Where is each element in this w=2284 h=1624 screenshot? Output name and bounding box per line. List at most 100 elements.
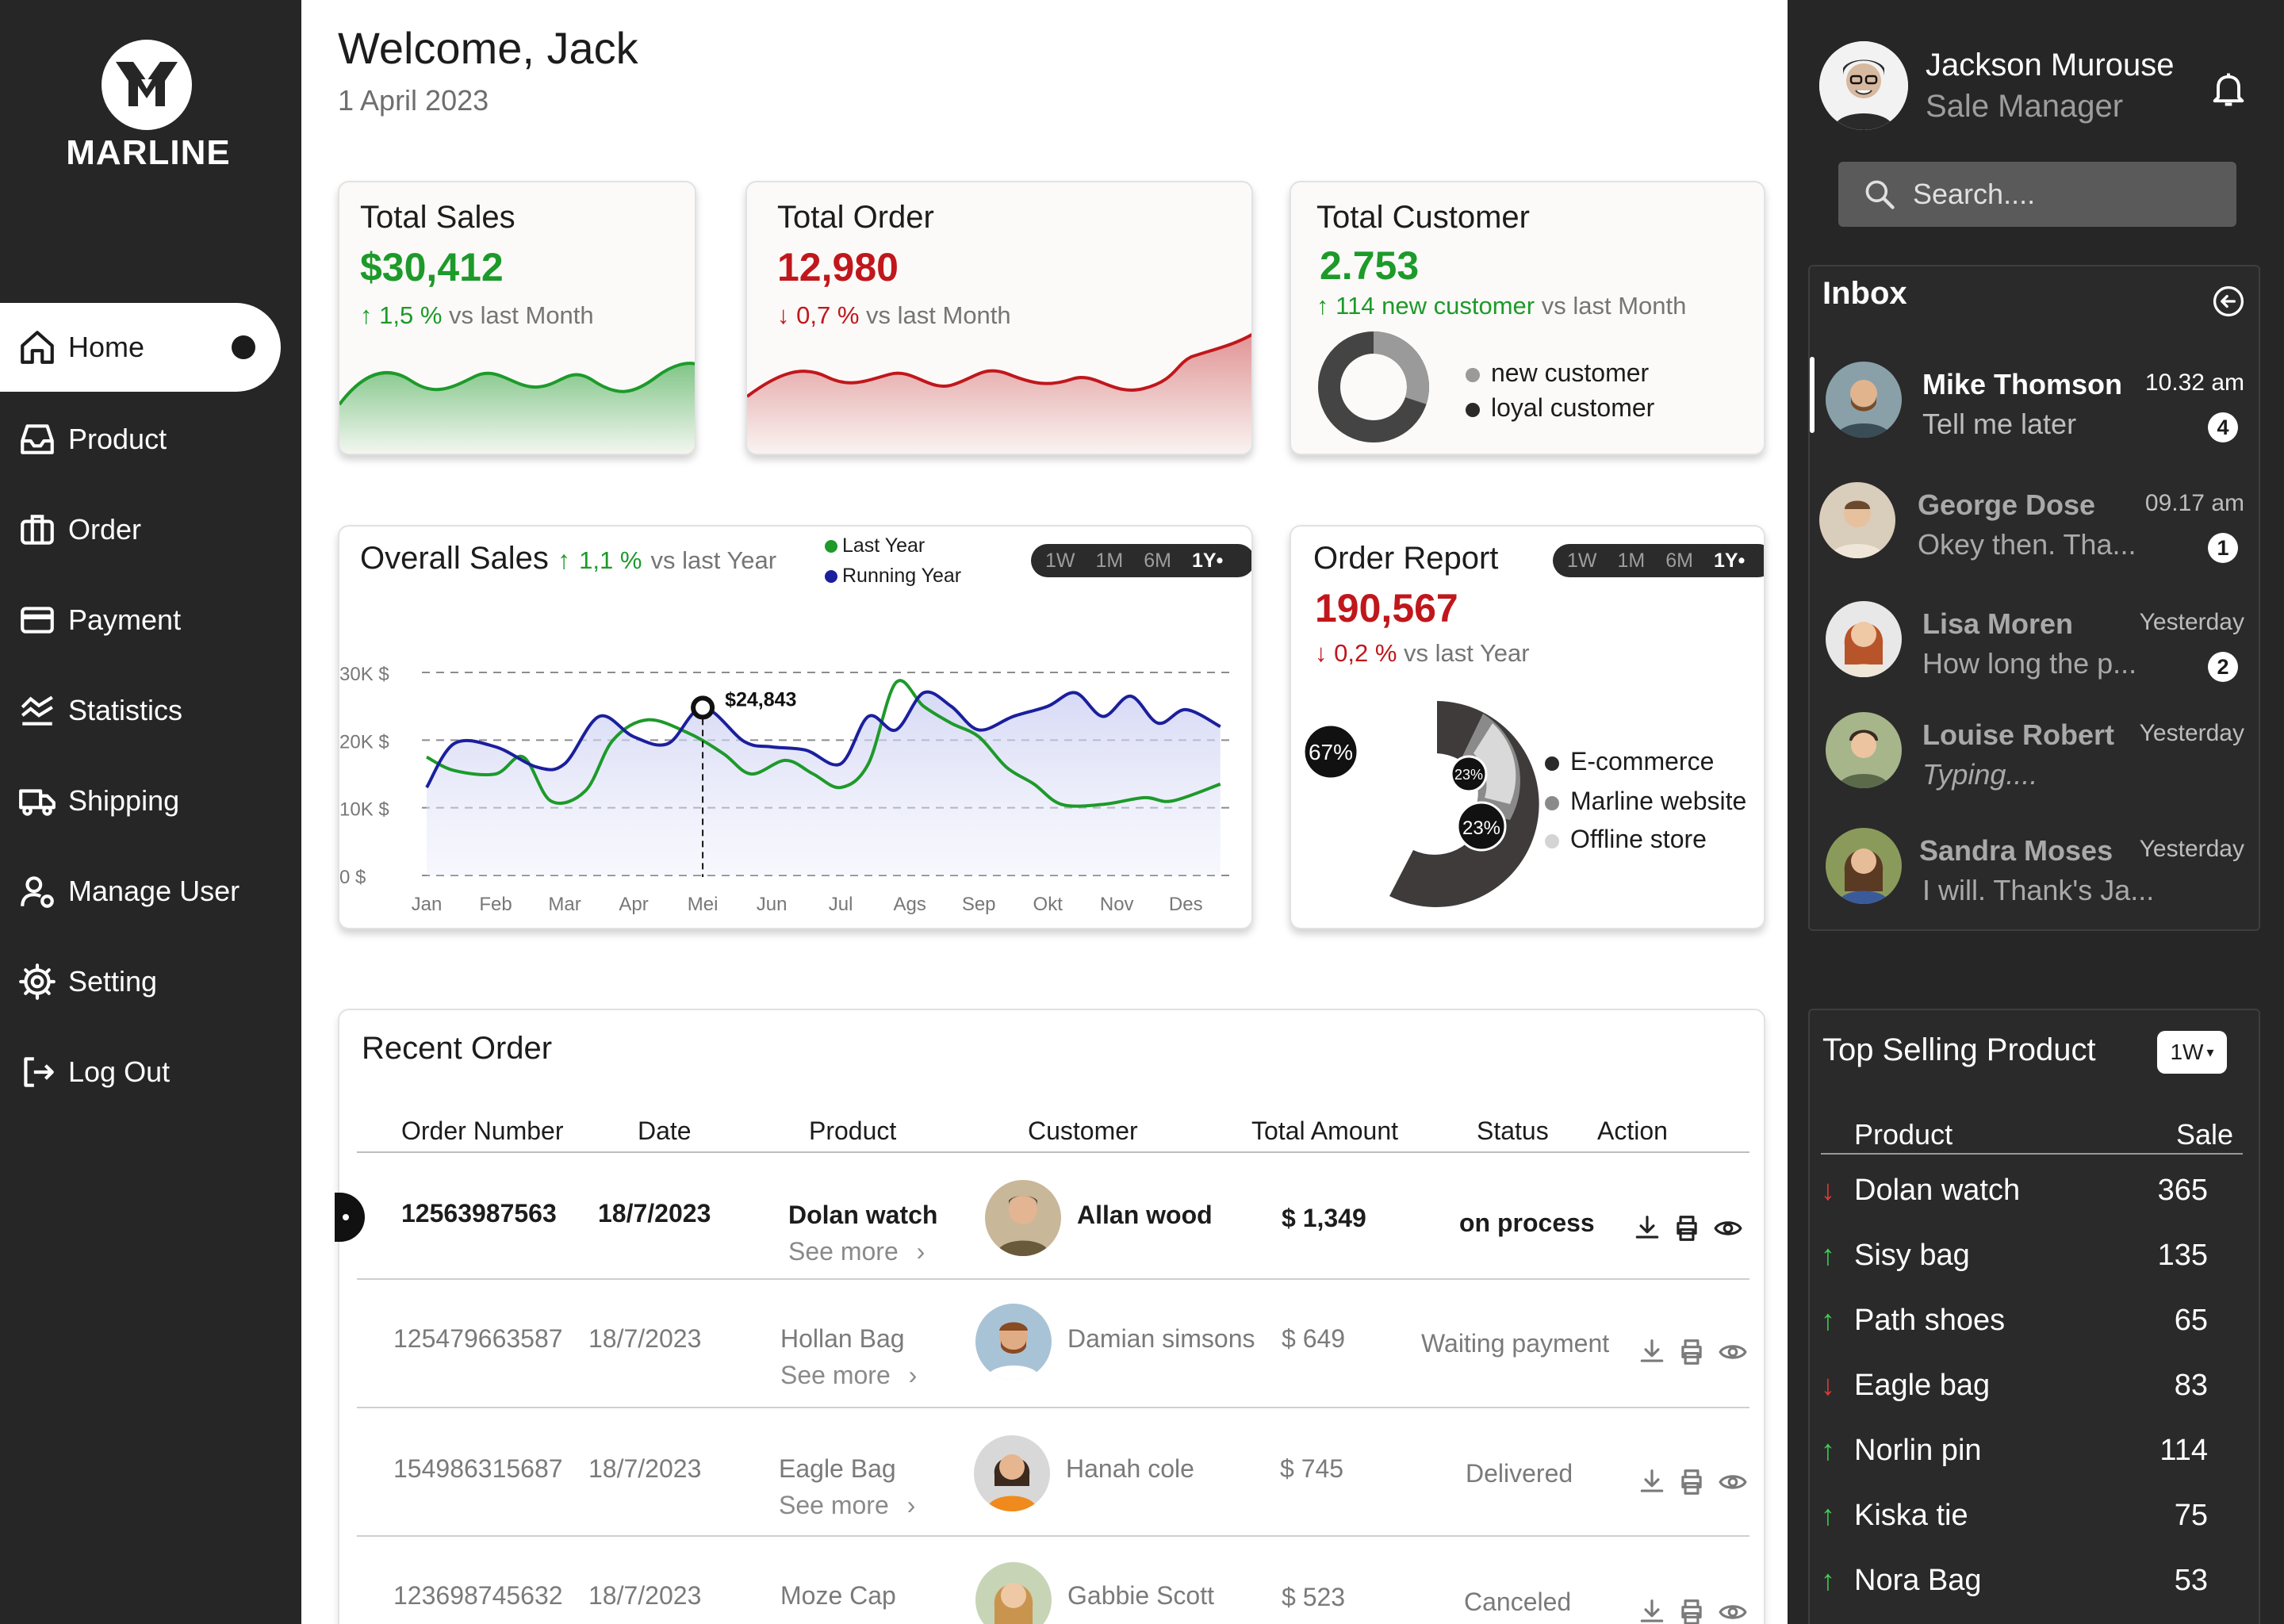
nav-item-shipping[interactable]: Shipping: [0, 756, 281, 845]
order-number: 154986315687: [393, 1454, 563, 1483]
nav-label: Shipping: [68, 784, 180, 817]
see-more-label: See more: [779, 1491, 889, 1519]
profile-avatar[interactable]: [1819, 41, 1908, 130]
search-box[interactable]: [1838, 162, 2236, 227]
row-divider: [357, 1278, 1749, 1280]
product-sale: 65: [2174, 1304, 2208, 1337]
eye-icon[interactable]: [1718, 1467, 1748, 1497]
nav-item-home[interactable]: Home: [0, 303, 281, 392]
top-selling-row[interactable]: ↓ Dolan watch 365: [1810, 1159, 2255, 1223]
printer-icon[interactable]: [1672, 1213, 1702, 1243]
top-selling-row[interactable]: ↑ Sisy bag 135: [1810, 1224, 2255, 1288]
nav-item-log-out[interactable]: Log Out: [0, 1028, 281, 1116]
col-total-amount[interactable]: Total Amount: [1251, 1116, 1398, 1146]
eye-icon[interactable]: [1713, 1213, 1743, 1243]
range-1y[interactable]: 1Y•: [1714, 550, 1745, 573]
see-more-link[interactable]: See more ›: [788, 1237, 925, 1266]
arrow-down-icon: ↓: [1821, 1174, 1835, 1206]
user-gear-icon: [21, 876, 54, 908]
inbox-message[interactable]: George Dose Okey then. Tha... 09.17 am 1: [1810, 471, 2255, 574]
col-order-number[interactable]: Order Number: [401, 1116, 564, 1146]
sender-avatar: [1826, 828, 1902, 904]
top-selling-row[interactable]: ↓ Eagle bag 83: [1810, 1354, 2255, 1418]
download-icon[interactable]: [1637, 1467, 1667, 1497]
download-icon[interactable]: [1637, 1337, 1667, 1367]
nav-item-manage-user[interactable]: Manage User: [0, 847, 281, 936]
arrow-left-circle-icon[interactable]: [2211, 284, 2246, 319]
x-tick-label: Mei: [688, 894, 719, 915]
eye-icon[interactable]: [1718, 1337, 1748, 1367]
delta-value: 0,2 %: [1334, 639, 1397, 667]
inbox-message[interactable]: Lisa Moren How long the p... Yesterday 2: [1810, 590, 2255, 693]
download-icon[interactable]: [1632, 1213, 1662, 1243]
bell-icon[interactable]: [2208, 68, 2249, 109]
range-1w[interactable]: 1W: [1567, 550, 1597, 573]
top-selling-row[interactable]: ↑ Kiska tie 75: [1810, 1484, 2255, 1548]
range-6m[interactable]: 6M: [1144, 550, 1171, 573]
customer-name: Damian simsons: [1067, 1324, 1255, 1353]
col-customer[interactable]: Customer: [1028, 1116, 1138, 1146]
message-preview: How long the p...: [1922, 647, 2137, 680]
see-more-link[interactable]: See more ›: [780, 1361, 917, 1390]
col-date[interactable]: Date: [638, 1116, 692, 1146]
printer-icon[interactable]: [1677, 1337, 1707, 1367]
range-1m[interactable]: 1M: [1618, 550, 1646, 573]
top-selling-row[interactable]: ↑ Path shoes 65: [1810, 1289, 2255, 1353]
col-action[interactable]: Action: [1597, 1116, 1668, 1146]
marline-logo-icon: [116, 62, 178, 106]
overall-sales-card: Overall Sales ↑ 1,1 % vs last Year Last …: [338, 525, 1253, 929]
top-selling-panel: Top Selling Product 1W ▾ Product Sale ↓ Do…: [1808, 1009, 2260, 1624]
arrow-up-icon: ↑: [1316, 292, 1329, 320]
col-sale: Sale: [2176, 1118, 2234, 1151]
arrow-up-icon: ↑: [1821, 1239, 1835, 1271]
col-product[interactable]: Product: [809, 1116, 896, 1146]
nav-item-product[interactable]: Product: [0, 395, 281, 484]
briefcase-icon: [21, 515, 54, 545]
active-indicator: [232, 335, 255, 359]
legend-offline-store: Offline store: [1545, 825, 1707, 854]
legend-last-year: Last Year: [825, 534, 925, 557]
delta-value: 1,1 %: [579, 546, 642, 574]
page-title: Welcome, Jack: [338, 23, 638, 73]
inbox-message[interactable]: Sandra Moses I will. Thank's Ja... Yeste…: [1810, 817, 2255, 920]
sender-name: Sandra Moses: [1919, 834, 2113, 867]
range-6m[interactable]: 6M: [1665, 550, 1693, 573]
range-1m[interactable]: 1M: [1096, 550, 1124, 573]
product-name: Dolan watch: [1854, 1174, 2021, 1207]
eye-icon[interactable]: [1718, 1597, 1748, 1624]
nav-item-setting[interactable]: Setting: [0, 937, 281, 1026]
col-status[interactable]: Status: [1477, 1116, 1549, 1146]
total-order-card[interactable]: Total Order 12,980 ↓ 0,7 % vs last Month: [745, 181, 1253, 455]
range-1w[interactable]: 1W: [1045, 550, 1075, 573]
top-selling-row[interactable]: ↑ Norlin pin 114: [1810, 1419, 2255, 1483]
y-tick-label: 10K $: [339, 799, 389, 821]
nav-label: Statistics: [68, 694, 183, 726]
top-selling-row[interactable]: ↑ Nora Bag 53: [1810, 1549, 2255, 1613]
nav-item-statistics[interactable]: Statistics: [0, 666, 281, 755]
inbox-title: Inbox: [1822, 276, 1907, 311]
printer-icon[interactable]: [1677, 1597, 1707, 1624]
total-customer-card[interactable]: Total Customer 2.753 ↑ 114 new customer …: [1290, 181, 1765, 455]
search-input[interactable]: [1913, 178, 2214, 211]
nav-item-payment[interactable]: Payment: [0, 576, 281, 665]
inbox-message[interactable]: Mike Thomson Tell me later 10.32 am 4: [1810, 350, 2255, 454]
top-selling-range-dropdown[interactable]: 1W ▾: [2157, 1031, 2227, 1074]
inbox-message[interactable]: Louise Robert Typing.... Yesterday: [1810, 701, 2255, 804]
row-selected-marker: [335, 1193, 365, 1242]
legend-dot: [1545, 833, 1559, 848]
printer-icon[interactable]: [1677, 1467, 1707, 1497]
download-icon[interactable]: [1637, 1597, 1667, 1624]
x-tick-label: Des: [1169, 894, 1203, 915]
brand-logo[interactable]: [102, 40, 192, 130]
nav-item-order[interactable]: Order: [0, 485, 281, 574]
product-name: Dolan watch: [788, 1201, 938, 1229]
card-delta: ↑ 114 new customer vs last Month: [1316, 292, 1686, 320]
legend-label: Last Year: [842, 534, 925, 557]
total-sales-card[interactable]: Total Sales $30,412 ↑ 1,5 % vs last Mont…: [338, 181, 696, 455]
range-1y[interactable]: 1Y•: [1192, 550, 1223, 573]
see-more-link[interactable]: See more ›: [779, 1491, 915, 1520]
customer-avatar: [974, 1435, 1050, 1511]
message-preview: Tell me later: [1922, 408, 2077, 440]
chevron-down-icon: ▾: [2206, 1044, 2214, 1060]
message-time: 10.32 am: [2144, 370, 2244, 396]
